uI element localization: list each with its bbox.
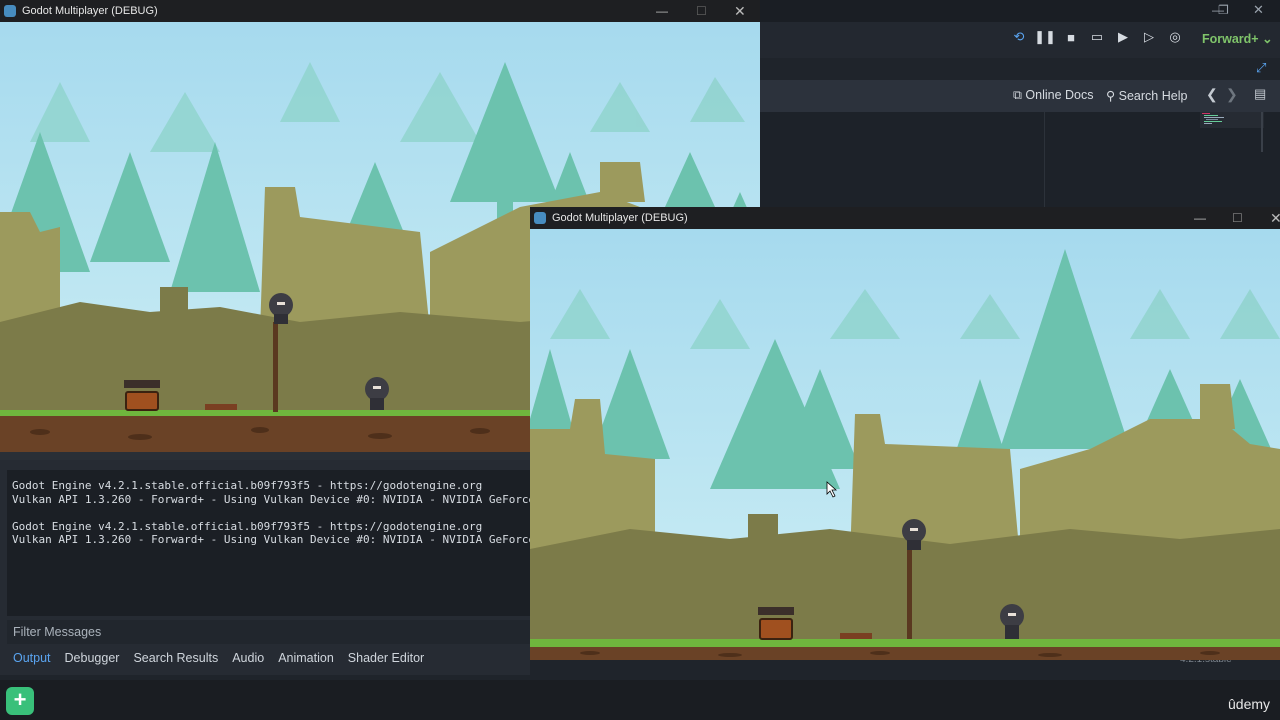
console-line: Godot Engine v4.2.1.stable.official.b09f…	[12, 479, 483, 492]
console-line: Vulkan API 1.3.260 - Forward+ - Using Vu…	[12, 533, 530, 546]
close-icon[interactable]: ✕	[734, 0, 746, 22]
bottom-panel-tabs: Output Debugger Search Results Audio Animati…	[7, 648, 432, 672]
godot-icon	[4, 5, 16, 17]
close-icon[interactable]: ✕	[1270, 207, 1280, 229]
game-viewport-2[interactable]	[530, 229, 1280, 660]
search-help-label: Search Help	[1118, 89, 1188, 103]
editor-tab-row: ⤢	[760, 58, 1280, 80]
toggle-scripts-panel-icon[interactable]: ▤	[1254, 86, 1266, 102]
chevron-down-icon: ⌄	[1262, 32, 1273, 46]
filter-messages-input[interactable]: Filter Messages	[7, 620, 530, 644]
pressure-plate	[205, 404, 237, 410]
online-docs-label: Online Docs	[1025, 88, 1094, 102]
renderer-label: Forward+	[1202, 32, 1259, 46]
tab-audio[interactable]: Audio	[226, 648, 272, 672]
renderer-dropdown[interactable]: Forward+ ⌄	[1202, 31, 1273, 46]
console-line: Godot Engine v4.2.1.stable.official.b09f…	[12, 519, 483, 533]
udemy-watermark: ûdemy	[1228, 696, 1271, 712]
maximize-icon[interactable]: ☐	[1232, 207, 1243, 229]
window-title: Godot Multiplayer (DEBUG)	[22, 5, 158, 17]
tab-debugger[interactable]: Debugger	[59, 648, 128, 672]
treasure-chest	[758, 607, 794, 640]
wooden-pole	[907, 549, 912, 639]
dirt-ground	[0, 416, 530, 452]
run-scene-icon[interactable]: ▶	[1112, 26, 1134, 48]
run-custom-scene-icon[interactable]: ▷	[1138, 26, 1160, 48]
window-title: Godot Multiplayer (DEBUG)	[552, 212, 688, 224]
tab-search-results[interactable]: Search Results	[127, 648, 226, 672]
restore-icon[interactable]: ❐	[1218, 3, 1229, 17]
close-icon[interactable]: ✕	[1253, 2, 1264, 18]
search-help-icon: ⚲	[1106, 89, 1116, 103]
stop-icon[interactable]: ■	[1060, 26, 1082, 48]
tab-shader-editor[interactable]: Shader Editor	[342, 648, 432, 672]
game-window-1-titlebar[interactable]: Godot Multiplayer (DEBUG) — ☐ ✕	[0, 0, 760, 22]
add-app-icon[interactable]: +	[6, 687, 34, 715]
godot-icon	[534, 212, 546, 224]
pause-icon[interactable]: ❚❚	[1034, 26, 1056, 48]
grass-top	[530, 639, 1280, 647]
movie-maker-icon[interactable]: ◎	[1164, 26, 1186, 48]
minimize-icon[interactable]: —	[656, 0, 668, 22]
history-back-icon[interactable]: ❮	[1206, 86, 1218, 103]
output-console[interactable]: Godot Engine v4.2.1.stable.official.b09f…	[7, 470, 530, 616]
code-minimap[interactable]	[1200, 112, 1264, 152]
external-link-icon: ⧉	[1013, 88, 1022, 102]
tab-animation[interactable]: Animation	[272, 648, 342, 672]
pressure-plate	[840, 633, 872, 639]
editor-titlebar: — ❐ ✕	[760, 0, 1280, 22]
remote-debug-icon[interactable]: ▭	[1086, 26, 1108, 48]
distraction-free-icon[interactable]: ⤢	[1256, 60, 1266, 76]
tab-output[interactable]: Output	[7, 648, 59, 672]
reload-icon[interactable]: ⟲	[1008, 26, 1030, 48]
search-help-button[interactable]: ⚲ Search Help	[1106, 88, 1187, 103]
console-line: Vulkan API 1.3.260 - Forward+ - Using Vu…	[12, 492, 530, 506]
game-window-2[interactable]: Godot Multiplayer (DEBUG) — ☐ ✕	[530, 207, 1280, 660]
dirt-ground	[530, 647, 1280, 660]
minimize-icon[interactable]: —	[1194, 207, 1206, 229]
taskbar: + ûdemy	[0, 680, 1280, 720]
maximize-icon[interactable]: ☐	[696, 0, 707, 22]
help-bar: ⧉ Online Docs ⚲ Search Help ❮ ❯ ▤	[760, 80, 1280, 112]
editor-toolbar: ⟲ ❚❚ ■ ▭ ▶ ▷ ◎ Forward+ ⌄	[760, 22, 1280, 58]
online-docs-button[interactable]: ⧉ Online Docs	[1013, 88, 1094, 103]
treasure-chest	[124, 380, 160, 411]
game-window-2-titlebar[interactable]: Godot Multiplayer (DEBUG) — ☐ ✕	[530, 207, 1280, 229]
wooden-pole	[273, 322, 278, 412]
guide-line	[1044, 112, 1045, 210]
history-forward-icon[interactable]: ❯	[1226, 86, 1238, 103]
